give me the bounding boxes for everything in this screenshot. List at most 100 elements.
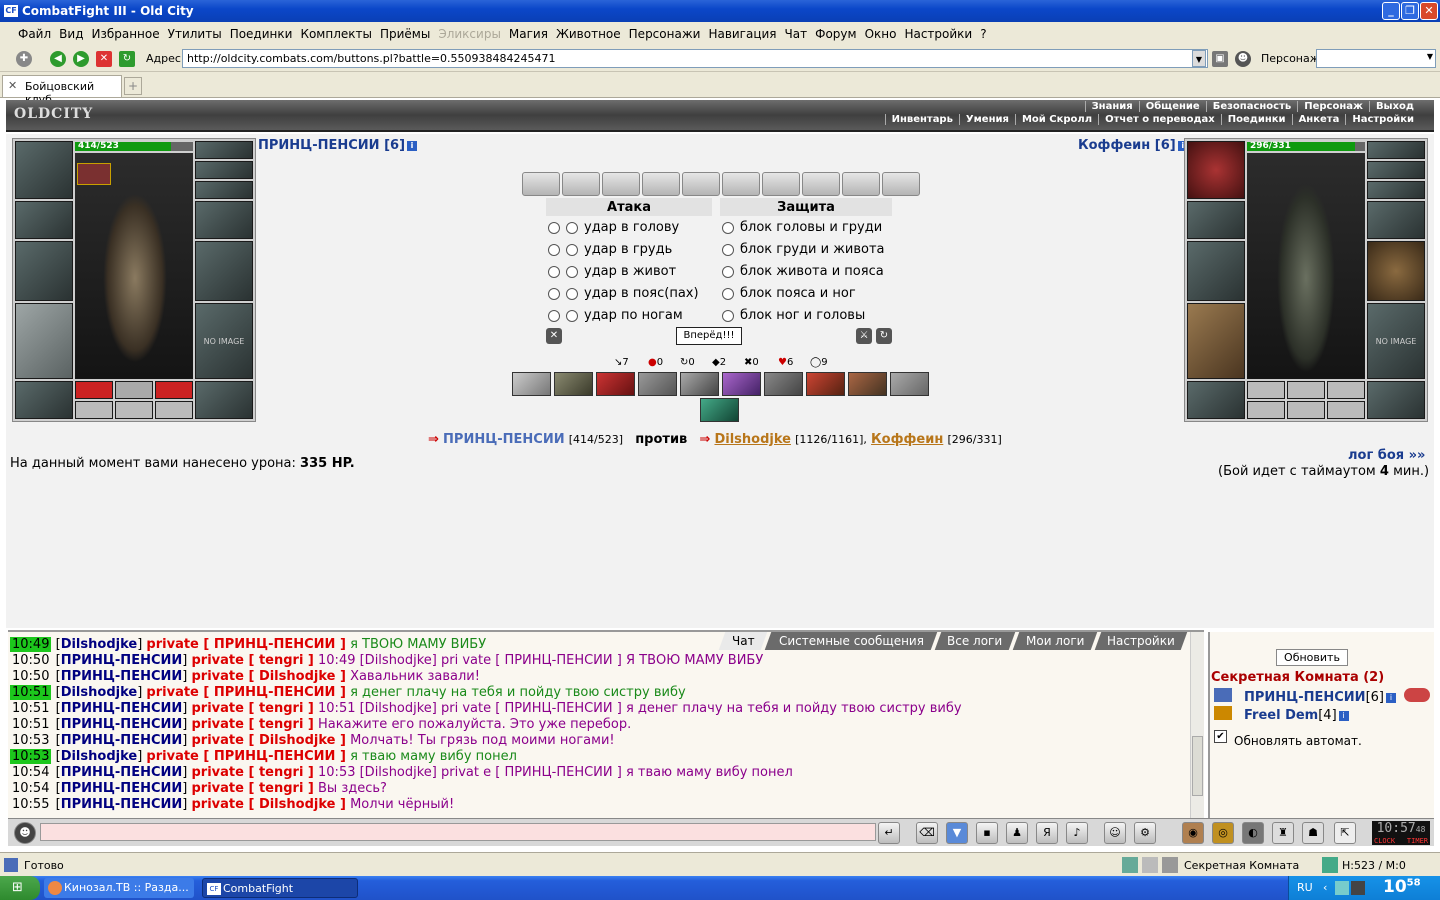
group-icon[interactable]: ☗ xyxy=(1302,822,1324,844)
scroll-slot[interactable] xyxy=(762,172,800,196)
defense-row[interactable]: блок ног и головы xyxy=(722,305,865,327)
bag-icon[interactable]: ◉ xyxy=(1182,822,1204,844)
attack-radio-left[interactable] xyxy=(548,309,560,322)
bracers-slot[interactable] xyxy=(15,201,73,239)
defense-row[interactable]: блок груди и живота xyxy=(722,239,885,261)
scroll-slot[interactable] xyxy=(842,172,880,196)
gloves-slot[interactable] xyxy=(1367,201,1425,239)
helmet-slot[interactable] xyxy=(1187,141,1245,199)
attack-radio-left[interactable] xyxy=(548,265,560,278)
chevron-left-icon[interactable]: ‹ xyxy=(1323,881,1327,894)
scroll-slot[interactable] xyxy=(682,172,720,196)
window-title-bar[interactable]: CF CombatFight III - Old City _ ❐ ✕ xyxy=(0,0,1440,22)
send-icon[interactable]: ↵ xyxy=(878,822,900,844)
claw-technique-icon[interactable] xyxy=(680,372,719,396)
menu-chat[interactable]: Чат xyxy=(785,27,808,41)
scroll-slot-3[interactable] xyxy=(1327,401,1365,419)
menu-file[interactable]: Файл xyxy=(18,27,51,41)
forward-button[interactable]: Вперёд!!! xyxy=(676,327,742,345)
chat-scrollbar[interactable] xyxy=(1190,632,1204,818)
attack-radio-right[interactable] xyxy=(566,221,578,234)
chat-recipient[interactable]: tengri xyxy=(259,653,303,668)
scroll-slot[interactable] xyxy=(642,172,680,196)
scroll-slot[interactable] xyxy=(802,172,840,196)
settings-gear-icon[interactable]: ⚙ xyxy=(1134,822,1156,844)
maximize-button[interactable]: ❐ xyxy=(1401,2,1419,20)
rage-technique-icon[interactable] xyxy=(848,372,887,396)
battle-log-link[interactable]: лог боя »» xyxy=(1348,448,1425,463)
tray-app-icon[interactable] xyxy=(1335,881,1349,895)
chat-input[interactable] xyxy=(40,823,876,841)
defense-row[interactable]: блок головы и груди xyxy=(722,217,882,239)
defense-radio[interactable] xyxy=(722,243,734,256)
boots-slot[interactable] xyxy=(195,381,253,419)
scroll-slot[interactable] xyxy=(522,172,560,196)
menu-view[interactable]: Вид xyxy=(59,27,83,41)
effect-icon[interactable] xyxy=(77,163,111,185)
chat-sender[interactable]: ПРИНЦ-ПЕНСИИ xyxy=(61,701,183,716)
attack-radio-right[interactable] xyxy=(566,265,578,278)
timer-label[interactable]: TIMER xyxy=(1407,837,1428,845)
attack-radio-left[interactable] xyxy=(548,287,560,300)
belt-slot[interactable] xyxy=(1187,381,1245,419)
chat-sender[interactable]: ПРИНЦ-ПЕНСИИ xyxy=(61,797,183,812)
chat-recipient[interactable]: ПРИНЦ-ПЕНСИИ xyxy=(214,637,336,652)
heart-technique-icon[interactable] xyxy=(512,372,551,396)
bracers-slot[interactable] xyxy=(1187,201,1245,239)
chat-timestamp[interactable]: 10:51 xyxy=(10,717,51,732)
auto-refresh-checkbox[interactable]: ✔ xyxy=(1214,730,1227,743)
nav-skills[interactable]: Умения xyxy=(958,114,1015,125)
tray-monitor-icon[interactable] xyxy=(1351,881,1365,895)
left-character-image[interactable] xyxy=(75,153,193,379)
tab-chat-settings[interactable]: Настройки xyxy=(1094,632,1188,650)
menu-utilities[interactable]: Утилиты xyxy=(168,27,222,41)
go-icon[interactable]: ▣ xyxy=(1212,51,1228,67)
blood-technique-icon[interactable] xyxy=(596,372,635,396)
chat-timestamp[interactable]: 10:53 xyxy=(10,749,52,764)
potion-slot-3[interactable] xyxy=(155,381,193,399)
info-icon[interactable]: i xyxy=(407,140,418,151)
amulet-slot[interactable] xyxy=(1367,141,1425,159)
sound-icon[interactable]: ♪ xyxy=(1066,822,1088,844)
participant-enemy-1[interactable]: Dilshodjke xyxy=(714,432,791,447)
chat-timestamp[interactable]: 10:50 xyxy=(10,653,51,668)
chat-sender[interactable]: ПРИНЦ-ПЕНСИИ xyxy=(61,669,183,684)
private-message-icon[interactable] xyxy=(1214,688,1232,702)
address-input[interactable] xyxy=(182,49,1208,68)
nav-inventory[interactable]: Инвентарь xyxy=(884,114,959,125)
chat-log[interactable]: 10:49 [Dilshodjke] private [ ПРИНЦ-ПЕНСИ… xyxy=(8,630,1204,818)
back-icon[interactable]: ◀ xyxy=(50,51,66,67)
scroll-slot-2[interactable] xyxy=(1287,401,1325,419)
nav-profile[interactable]: Анкета xyxy=(1291,114,1346,125)
chat-sender[interactable]: Dilshodjke xyxy=(61,637,138,652)
defense-row[interactable]: блок пояса и ног xyxy=(722,283,856,305)
chat-sender[interactable]: Dilshodjke xyxy=(61,685,138,700)
chat-recipient[interactable]: tengri xyxy=(259,701,303,716)
tab-system-messages[interactable]: Системные сообщения xyxy=(764,632,938,650)
earrings-slot[interactable] xyxy=(1367,161,1425,179)
language-indicator[interactable]: RU xyxy=(1297,881,1313,894)
cancel-icon[interactable]: ✕ xyxy=(546,328,562,344)
potion-slot-1[interactable] xyxy=(1247,381,1285,399)
chat-sender[interactable]: ПРИНЦ-ПЕНСИИ xyxy=(61,653,183,668)
nav-transfer-report[interactable]: Отчет о переводах xyxy=(1098,114,1221,125)
chat-recipient[interactable]: ПРИНЦ-ПЕНСИИ xyxy=(214,685,336,700)
emoticon-icon[interactable]: ☺ xyxy=(1104,822,1126,844)
menu-techniques[interactable]: Приёмы xyxy=(380,27,430,41)
participant-self[interactable]: ПРИНЦ-ПЕНСИИ xyxy=(443,432,565,447)
right-character-image[interactable] xyxy=(1247,153,1365,379)
rings-slot[interactable] xyxy=(195,181,253,199)
chat-timestamp[interactable]: 10:54 xyxy=(10,781,51,796)
chat-recipient[interactable]: Dilshodjke xyxy=(259,797,336,812)
nav-security[interactable]: Безопасность xyxy=(1205,101,1298,112)
clock-label[interactable]: CLOCK xyxy=(1374,837,1395,845)
defense-radio[interactable] xyxy=(722,287,734,300)
tab-my-logs[interactable]: Мои логи xyxy=(1012,632,1098,650)
menu-sets[interactable]: Комплекты xyxy=(300,27,372,41)
participant-enemy-2[interactable]: Коффеин xyxy=(871,432,943,447)
new-tab-button[interactable]: + xyxy=(124,77,142,95)
spiral-technique-icon[interactable] xyxy=(764,372,803,396)
attack-radio-right[interactable] xyxy=(566,309,578,322)
nav-communication[interactable]: Общение xyxy=(1138,101,1206,112)
tab-close-icon[interactable]: ✕ xyxy=(8,79,17,92)
